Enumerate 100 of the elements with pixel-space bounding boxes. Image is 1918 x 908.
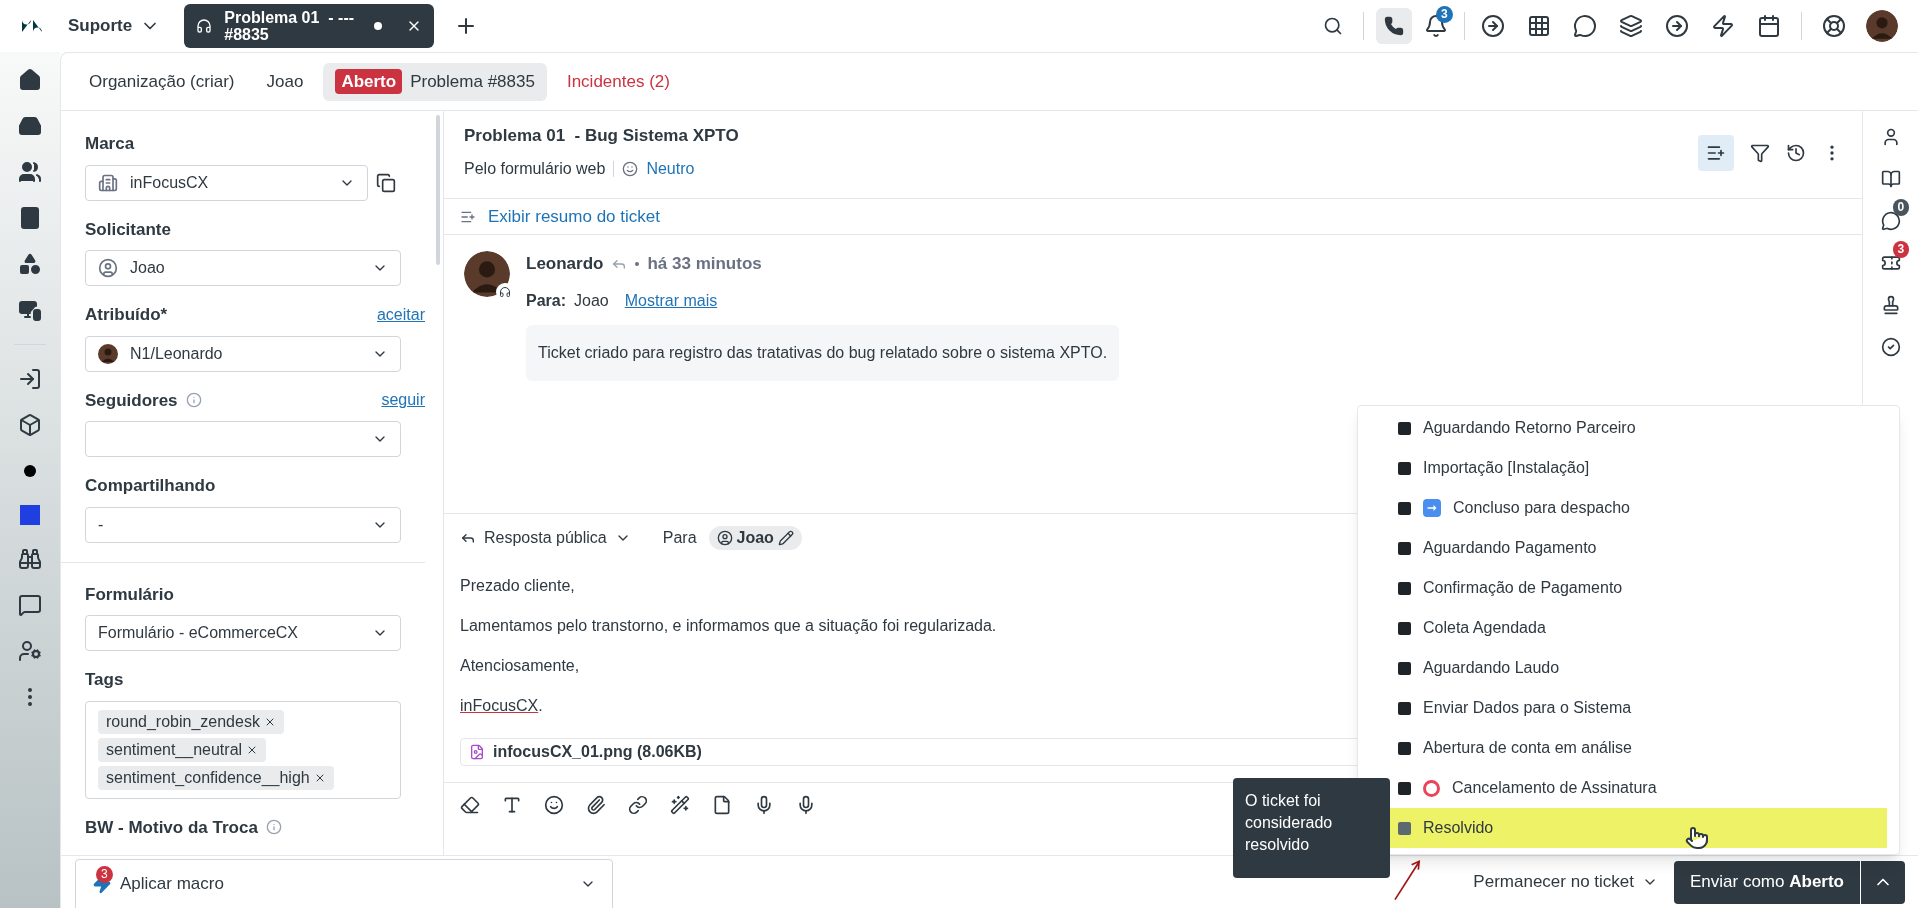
status-square-icon (1398, 701, 1411, 715)
ticket-tab[interactable]: Aberto Problema #8835 (323, 62, 547, 101)
field-label: Solicitante (85, 218, 171, 241)
magic-wand-icon[interactable] (670, 795, 690, 815)
tooltip: O ticket foi considerado resolvido (1233, 778, 1390, 878)
shapes-icon[interactable] (18, 252, 42, 276)
filter-icon[interactable] (1750, 143, 1770, 163)
help-icon[interactable] (1822, 14, 1846, 38)
status-badge: Aberto (335, 68, 403, 95)
stay-dropdown[interactable]: Permanecer no ticket (1473, 869, 1658, 895)
recipient-label: Para: (526, 290, 567, 311)
status-option[interactable]: Aguardando Pagamento (1358, 528, 1887, 568)
copy-icon[interactable] (376, 172, 396, 193)
summary-button[interactable] (1698, 135, 1734, 171)
tab-subtitle: #8835 (224, 26, 270, 43)
summary-link[interactable]: Exibir resumo do ticket (488, 203, 660, 230)
check-icon[interactable] (1880, 337, 1901, 357)
eraser-icon[interactable] (460, 795, 480, 815)
status-option[interactable]: Importação [Instalação] (1358, 448, 1887, 488)
ticket-tab[interactable]: Joao (254, 62, 316, 101)
chat-count: 0 (1892, 199, 1910, 216)
app-icon[interactable] (1481, 14, 1505, 38)
action-link[interactable]: aceitar (376, 302, 425, 327)
status-square-icon (1398, 661, 1411, 675)
field-label: Marca (85, 133, 135, 155)
select-field[interactable]: Joao (85, 250, 401, 286)
show-more-link[interactable]: Mostrar mais (624, 288, 718, 313)
select-field[interactable]: - (85, 506, 401, 543)
phone-button[interactable] (1376, 8, 1412, 44)
status-option[interactable]: Aguardando Retorno Parceiro (1358, 408, 1887, 448)
status-square-icon (1398, 741, 1411, 755)
app-icon[interactable] (1619, 14, 1643, 38)
tab-title: Problema 01 - --- (224, 9, 356, 26)
home-icon[interactable] (18, 68, 42, 92)
status-option[interactable]: Aguardando Laudo (1358, 648, 1887, 688)
message-body: Ticket criado para registro das tratativas do bug relatado sobre o sistema XPTO. (526, 324, 1120, 381)
select-field[interactable]: inFocusCX (85, 164, 368, 201)
notification-count: 3 (1436, 6, 1453, 23)
person-icon (716, 530, 733, 546)
calendar-icon[interactable] (1757, 14, 1781, 38)
document-icon[interactable] (712, 795, 732, 815)
devices-icon[interactable] (18, 298, 42, 322)
recipient-name: Joao (574, 290, 609, 311)
message-time: há 33 minutos (647, 253, 762, 275)
image-file-icon (469, 744, 485, 760)
tags-field[interactable]: round_robin_zendesk sentiment__neutral sentiment_confidence__high (85, 700, 401, 799)
select-field[interactable] (85, 421, 401, 457)
person-icon (98, 258, 118, 278)
agent-icon[interactable] (18, 639, 42, 663)
inbox-icon[interactable] (18, 114, 42, 138)
select-field[interactable]: Formulário - eCommerceCX (85, 615, 401, 651)
app-icon[interactable] (1573, 14, 1597, 38)
ticket-icon[interactable] (1880, 253, 1901, 273)
product-switcher[interactable]: Suporte (68, 13, 161, 39)
select-field[interactable]: N1/Leonardo (85, 335, 401, 372)
submit-options-button[interactable] (1861, 860, 1905, 904)
text-format-icon[interactable] (502, 795, 522, 815)
field-label: Atribuído* (85, 304, 168, 326)
channel-text: Pelo formulário web (464, 158, 606, 179)
chat-icon[interactable] (1880, 211, 1901, 231)
book-icon[interactable] (1880, 169, 1901, 189)
app-icon[interactable] (1665, 14, 1689, 38)
link-icon[interactable] (628, 795, 648, 815)
app-icon[interactable] (1527, 14, 1551, 38)
tag: sentiment_confidence__high (98, 765, 334, 790)
search-icon[interactable] (1323, 16, 1343, 36)
cursor-icon (1685, 826, 1709, 850)
status-option[interactable]: Coleta Agendada (1358, 608, 1887, 648)
ticket-title: Problema 01 - Bug Sistema XPTO (464, 125, 740, 147)
action-link[interactable]: seguir (381, 388, 425, 413)
pencil-icon[interactable] (777, 530, 794, 546)
cube-icon[interactable] (18, 413, 42, 437)
app-icon[interactable] (1711, 14, 1735, 38)
history-icon[interactable] (1786, 143, 1806, 163)
status-option[interactable]: Confirmação de Pagamento (1358, 568, 1887, 608)
signature-text: inFocusCX. (460, 696, 543, 716)
status-option[interactable]: Enviar Dados para o Sistema (1358, 688, 1887, 728)
user-avatar (464, 251, 510, 297)
attach-icon[interactable] (586, 795, 606, 815)
macro-dropdown[interactable]: 3 Aplicar macro (75, 858, 613, 908)
microphone-icon[interactable] (754, 795, 774, 815)
binoculars-icon[interactable] (18, 547, 42, 571)
users-icon[interactable] (18, 160, 42, 184)
recipient-chip[interactable]: Joao (708, 526, 802, 550)
ticket-tab[interactable]: Incidentes (2) (554, 62, 682, 101)
phone-exit-icon[interactable] (18, 367, 42, 391)
field-label: BW - Motivo da Troca (85, 816, 258, 839)
to-label: Para (662, 528, 697, 548)
status-square-icon (1398, 821, 1411, 835)
status-option[interactable]: Concluso para despacho (1358, 488, 1887, 528)
field-label: Formulário (85, 583, 174, 606)
field-label: Compartilhando (85, 475, 216, 497)
ticket-tab[interactable]: Problema 01 - --- #8835 (184, 4, 435, 48)
author-name: Leonardo (526, 253, 604, 275)
submit-button[interactable]: Enviar como Aberto (1674, 860, 1860, 904)
emoji-icon[interactable] (544, 795, 564, 815)
reply-mode-dropdown[interactable]: Resposta pública (460, 526, 631, 550)
ticket-tab[interactable]: Organização (criar) (77, 62, 247, 101)
microphone-icon[interactable] (796, 795, 816, 815)
chat-icon[interactable] (18, 593, 42, 617)
